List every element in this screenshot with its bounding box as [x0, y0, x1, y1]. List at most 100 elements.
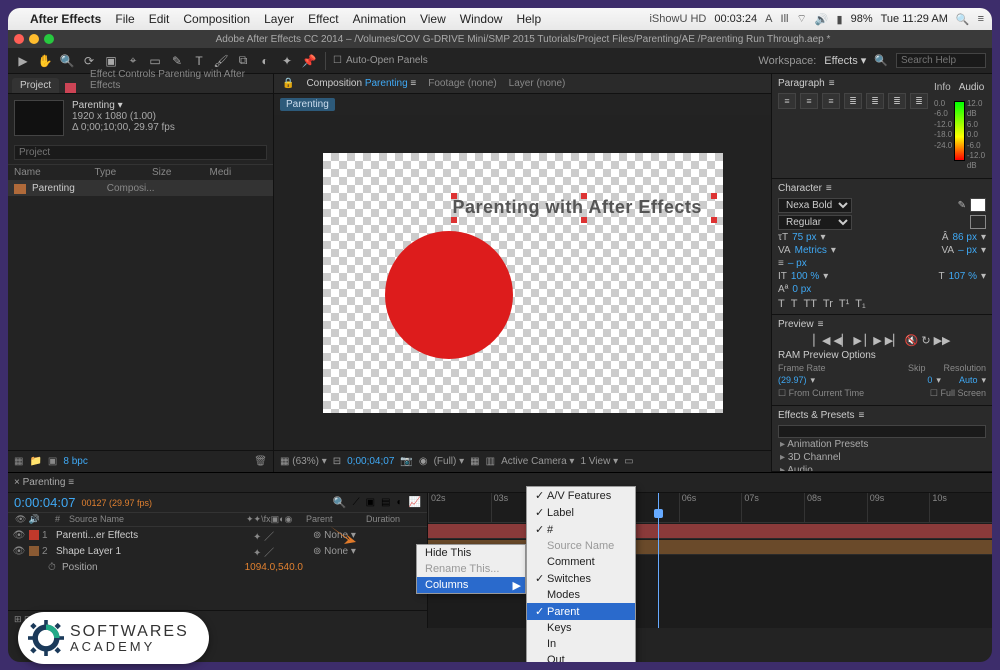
menu-edit[interactable]: Edit — [149, 12, 170, 26]
app-name[interactable]: After Effects — [30, 12, 101, 26]
panel-paragraph[interactable]: Paragraph — [778, 78, 825, 89]
shy-icon[interactable]: ⟋ — [353, 497, 360, 508]
from-current-checkbox[interactable]: ☐ From Current Time — [778, 388, 864, 399]
position-value[interactable]: 1094.0,540.0 — [245, 562, 303, 573]
col-source-name[interactable]: Source Name — [66, 514, 243, 525]
trash-icon[interactable]: 🗑 — [254, 456, 267, 467]
workspace-dropdown[interactable]: Effects ▾ — [824, 54, 866, 67]
next-frame-icon[interactable]: ▏▶ — [865, 334, 882, 347]
effects-search-input[interactable] — [778, 425, 986, 438]
all-caps-icon[interactable]: TT — [803, 298, 816, 310]
first-frame-icon[interactable]: ▏◀ — [814, 334, 831, 347]
panel-effects-presets[interactable]: Effects & Presets — [778, 410, 855, 421]
justify-center-icon[interactable]: ≣ — [866, 93, 884, 109]
layer-bar[interactable] — [428, 524, 992, 538]
text-handle-icon[interactable] — [581, 217, 587, 223]
align-center-icon[interactable]: ≡ — [800, 93, 818, 109]
roto-tool-icon[interactable]: ✦ — [278, 52, 296, 70]
frameblend-icon[interactable]: ▤ — [381, 497, 390, 508]
stopwatch-icon[interactable]: ⏱ — [48, 562, 62, 573]
interpret-icon[interactable]: ▦ — [14, 456, 23, 467]
search-icon[interactable]: 🔍 — [333, 496, 347, 509]
ctx-hide-this[interactable]: Hide This — [417, 545, 525, 561]
fullscreen-checkbox[interactable]: ☐ Full Screen — [930, 388, 986, 399]
snapshot-icon[interactable]: 📷 — [400, 456, 412, 467]
font-family-dropdown[interactable]: Nexa Bold — [778, 198, 852, 213]
folder-icon[interactable]: 📁 — [29, 456, 41, 467]
tab-project[interactable]: Project — [12, 78, 59, 93]
small-caps-icon[interactable]: Tr — [823, 298, 833, 310]
menu-help[interactable]: Help — [516, 12, 541, 26]
col-duration[interactable]: Duration — [363, 514, 423, 525]
hand-tool-icon[interactable]: ✋ — [36, 52, 54, 70]
superscript-icon[interactable]: T¹ — [839, 298, 849, 310]
minimize-icon[interactable] — [29, 34, 39, 44]
current-time[interactable]: 0:00:04:07 — [14, 495, 75, 510]
motionblur-icon[interactable]: ◐ — [397, 497, 403, 508]
baseline-input[interactable]: 0 px — [792, 284, 811, 295]
tab-effect-controls[interactable]: Effect Controls Parenting with After Eff… — [82, 67, 269, 93]
stroke-color-swatch[interactable] — [970, 215, 986, 229]
ram-preview-icon[interactable]: ▶▶ — [934, 334, 951, 347]
text-handle-icon[interactable] — [451, 217, 457, 223]
font-size-input[interactable]: 75 px — [792, 232, 816, 243]
composition-viewer[interactable]: Parenting with After Effects — [274, 115, 771, 450]
menu-layer[interactable]: Layer — [264, 12, 294, 26]
puppet-tool-icon[interactable]: 📌 — [300, 52, 318, 70]
composition-canvas[interactable]: Parenting with After Effects — [323, 153, 723, 413]
draft3d-icon[interactable]: ▣ — [366, 497, 375, 508]
menu-window[interactable]: Window — [460, 12, 503, 26]
leading-input[interactable]: 86 px — [953, 232, 977, 243]
ctx-col-out[interactable]: Out — [527, 652, 635, 662]
justify-left-icon[interactable]: ≣ — [844, 93, 862, 109]
ctx-columns[interactable]: Columns▶ — [417, 577, 525, 593]
project-item[interactable]: Parenting Composi... — [8, 181, 273, 196]
tracking-input[interactable]: – px — [958, 245, 977, 256]
ctx-col--[interactable]: ✓# — [527, 521, 635, 538]
ctx-col-keys[interactable]: Keys — [527, 620, 635, 636]
res-dropdown[interactable]: Auto — [959, 375, 978, 385]
ctx-col-in[interactable]: In — [527, 636, 635, 652]
effects-category[interactable]: Animation Presets — [778, 438, 986, 451]
lock-icon[interactable]: 🔒 — [282, 78, 294, 89]
align-right-icon[interactable]: ≡ — [822, 93, 840, 109]
tab-composition[interactable]: Composition Parenting ≡ — [306, 78, 416, 89]
text-handle-icon[interactable] — [711, 217, 717, 223]
shape-layer-circle[interactable] — [385, 231, 513, 359]
col-name[interactable]: Name — [14, 167, 95, 178]
camera-dropdown[interactable]: Active Camera ▾ — [501, 456, 574, 467]
panel-character[interactable]: Character — [778, 183, 822, 194]
toggle-mask-icon[interactable]: ▥ — [486, 456, 495, 467]
font-weight-dropdown[interactable]: Regular — [778, 215, 852, 230]
selection-tool-icon[interactable]: ▶ — [14, 52, 32, 70]
bpc-toggle[interactable]: 8 bpc — [63, 456, 87, 467]
panel-audio[interactable]: Audio — [959, 82, 985, 93]
property-row[interactable]: ⏱ Position 1094.0,540.0 — [8, 559, 427, 575]
hscale-input[interactable]: 107 % — [949, 271, 977, 282]
menu-effect[interactable]: Effect — [308, 12, 338, 26]
res-half-icon[interactable]: ⊟ — [333, 456, 341, 467]
text-handle-icon[interactable] — [451, 193, 457, 199]
col-size[interactable]: Size — [152, 167, 210, 178]
tab-layer[interactable]: Layer (none) — [509, 78, 566, 89]
close-icon[interactable] — [14, 34, 24, 44]
effects-category[interactable]: 3D Channel — [778, 451, 986, 464]
framerate-dropdown[interactable]: (29.97) — [778, 375, 807, 385]
loop-icon[interactable]: ↻ — [921, 334, 930, 347]
snap-checkbox[interactable]: ☐ — [333, 55, 342, 66]
search-help-input[interactable] — [896, 53, 986, 68]
faux-italic-icon[interactable]: T — [791, 298, 798, 310]
zoom-tool-icon[interactable]: 🔍 — [58, 52, 76, 70]
col-media[interactable]: Medi — [210, 167, 268, 178]
timeline-layer-row[interactable]: 👁 1 Parenti...er Effects ✦ ／ ⊚ None ▾ — [8, 527, 427, 543]
ctx-col-a-v-features[interactable]: ✓A/V Features — [527, 487, 635, 504]
new-comp-icon[interactable]: ▣ — [48, 456, 57, 467]
panel-info[interactable]: Info — [934, 82, 951, 93]
timeline-tab[interactable]: × Parenting ≡ — [14, 477, 74, 488]
effects-category[interactable]: Audio — [778, 464, 986, 472]
menu-view[interactable]: View — [420, 12, 446, 26]
text-handle-icon[interactable] — [581, 193, 587, 199]
ctx-col-parent[interactable]: ✓Parent — [527, 603, 635, 620]
visibility-icon[interactable]: 👁 — [12, 530, 26, 541]
fill-color-swatch[interactable] — [970, 198, 986, 212]
